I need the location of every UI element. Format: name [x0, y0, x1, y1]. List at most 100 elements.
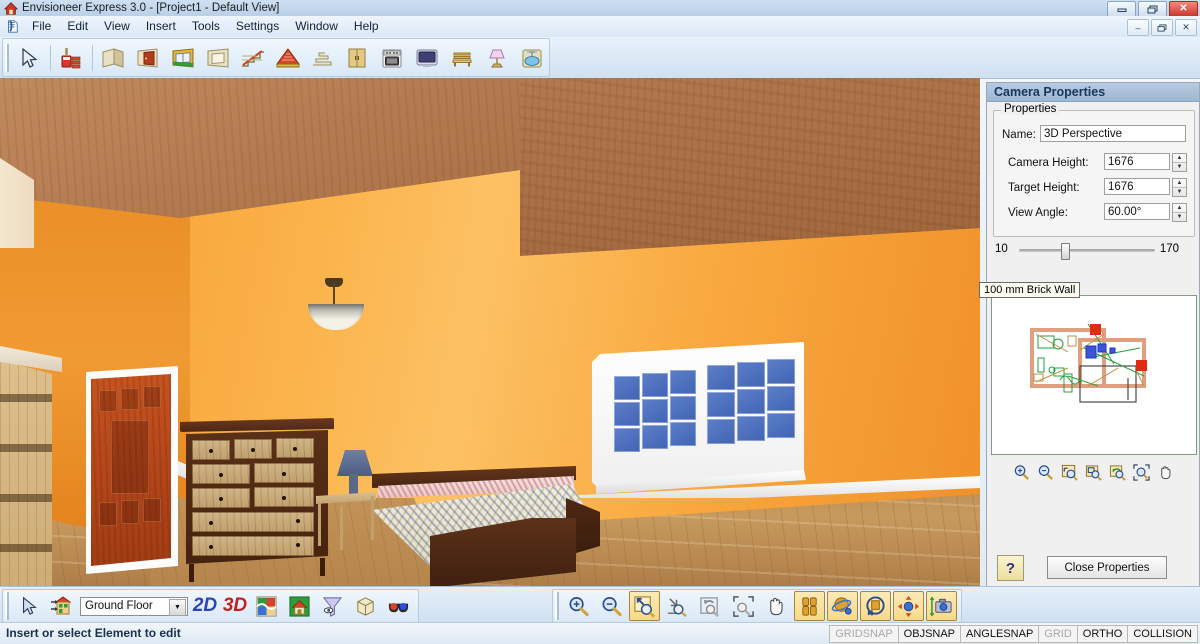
preview-zoom-previous-button[interactable] — [1106, 461, 1129, 483]
maximize-button[interactable] — [1138, 1, 1167, 17]
stereo-view-button[interactable] — [383, 591, 414, 621]
electronics-tool[interactable] — [411, 41, 444, 74]
zoom-extents-button[interactable] — [629, 591, 660, 621]
magnifier-minus-icon — [1038, 464, 1053, 480]
toolbar-grip[interactable] — [5, 43, 9, 72]
preview-pan-button[interactable] — [1154, 461, 1177, 483]
close-button[interactable]: ✕ — [1169, 1, 1198, 17]
hand-pan-icon — [770, 597, 783, 615]
material-paint-tool[interactable] — [55, 41, 88, 74]
zoom-window-icon — [1061, 464, 1078, 481]
building-levels-button[interactable] — [46, 591, 77, 621]
status-flag-ortho[interactable]: ORTHO — [1077, 625, 1129, 643]
camera-name-input[interactable] — [1040, 125, 1186, 142]
slider-thumb[interactable] — [1061, 243, 1070, 260]
zoom-out-button[interactable] — [596, 591, 627, 621]
menu-window[interactable]: Window — [287, 17, 346, 36]
camera-height-spinner[interactable]: ▲ ▼ — [1172, 153, 1187, 172]
appliance-tool[interactable] — [376, 41, 409, 74]
pan-button[interactable] — [761, 591, 792, 621]
floor-select[interactable]: Ground Floor ▼ — [80, 596, 188, 616]
turn-view-button[interactable] — [860, 591, 891, 621]
elevation-view-button[interactable] — [284, 591, 315, 621]
camera-height-input[interactable] — [1104, 153, 1170, 170]
cabinet-tool[interactable] — [341, 41, 374, 74]
camera-height-button[interactable] — [926, 591, 957, 621]
status-flag-anglesnap[interactable]: ANGLESNAP — [961, 625, 1040, 643]
menu-help[interactable]: Help — [346, 17, 387, 36]
deck-steps-icon — [313, 52, 332, 65]
mdi-close-button[interactable]: ✕ — [1175, 19, 1197, 36]
furniture-tool[interactable] — [445, 41, 478, 74]
camera-properties-panel: Camera Properties Properties Name: Camer… — [979, 82, 1200, 588]
target-height-spinner[interactable]: ▲ ▼ — [1172, 178, 1187, 197]
mdi-minimize-button[interactable]: – — [1127, 19, 1149, 36]
select-arrow-button[interactable] — [13, 591, 44, 621]
status-flag-objsnap[interactable]: OBJSNAP — [898, 625, 962, 643]
door-tool[interactable] — [132, 41, 165, 74]
menu-view[interactable]: View — [96, 17, 138, 36]
zoom-previous-button[interactable] — [695, 591, 726, 621]
close-properties-button[interactable]: Close Properties — [1047, 556, 1167, 579]
view-toolbar-grip[interactable] — [5, 592, 9, 620]
help-button[interactable]: ? — [997, 555, 1024, 581]
status-flag-grid[interactable]: GRID — [1039, 625, 1078, 643]
menu-settings[interactable]: Settings — [228, 17, 287, 36]
walk-through-button[interactable] — [794, 591, 825, 621]
roof-tool[interactable] — [271, 41, 304, 74]
floor-plan-preview[interactable]: 100 mm Brick Wall — [979, 282, 1197, 455]
preview-zoom-out-button[interactable] — [1034, 461, 1057, 483]
window-tool[interactable] — [166, 41, 199, 74]
wall-tool[interactable] — [97, 41, 130, 74]
preview-zoom-window-button[interactable] — [1058, 461, 1081, 483]
3d-render-viewport[interactable] — [0, 78, 980, 586]
zoom-fit-button[interactable] — [728, 591, 759, 621]
menu-insert[interactable]: Insert — [138, 17, 184, 36]
magnifier-plus-icon — [1014, 464, 1029, 480]
move-camera-button[interactable] — [893, 591, 924, 621]
preview-zoom-all-button[interactable] — [1130, 461, 1153, 483]
element-tooltip: 100 mm Brick Wall — [979, 282, 1081, 298]
navigation-toolbar-grip[interactable] — [555, 592, 559, 620]
zoom-corner-button[interactable] — [662, 591, 693, 621]
view-angle-slider[interactable]: 10 170 — [995, 240, 1179, 260]
title-bar: Envisioneer Express 3.0 - [Project1 - De… — [0, 0, 1200, 17]
menu-file[interactable]: File — [24, 17, 59, 36]
zoom-extents-icon — [634, 595, 655, 617]
minimize-button[interactable] — [1107, 1, 1136, 17]
opening-tool[interactable] — [201, 41, 234, 74]
mdi-restore-button[interactable] — [1151, 19, 1173, 36]
lighting-tool[interactable] — [480, 41, 513, 74]
orbit-button[interactable] — [827, 591, 858, 621]
panel-title: Camera Properties — [987, 83, 1199, 102]
preview-zoom-in-button[interactable] — [1010, 461, 1033, 483]
menu-tools[interactable]: Tools — [184, 17, 228, 36]
walk-legs-icon — [802, 596, 817, 616]
stair-tool[interactable] — [236, 41, 269, 74]
document-icon — [8, 20, 18, 33]
view-2d-button[interactable]: 2D — [191, 591, 219, 621]
status-flag-collision[interactable]: COLLISION — [1128, 625, 1198, 643]
dresser-top — [180, 418, 334, 432]
view-filter-button[interactable] — [317, 591, 348, 621]
move-arrows-icon — [897, 595, 920, 617]
deck-tool[interactable] — [306, 41, 339, 74]
plumbing-tool[interactable] — [515, 41, 548, 74]
box-view-button[interactable] — [350, 591, 381, 621]
preview-zoom-extents-button[interactable] — [1082, 461, 1105, 483]
target-height-input[interactable] — [1104, 178, 1170, 195]
status-flag-gridsnap[interactable]: GRIDSNAP — [829, 625, 899, 643]
view-3d-button[interactable]: 3D — [221, 591, 249, 621]
view-toolbar: Ground Floor ▼ 2D 3D — [2, 589, 419, 623]
menu-bar: File Edit View Insert Tools Settings Win… — [0, 16, 1200, 38]
menu-edit[interactable]: Edit — [59, 17, 96, 36]
chevron-down-icon[interactable]: ▼ — [169, 598, 186, 616]
view-angle-spinner[interactable]: ▲ ▼ — [1172, 203, 1187, 222]
select-arrow-tool[interactable] — [13, 41, 46, 74]
render-view-button[interactable] — [251, 591, 282, 621]
slider-track[interactable] — [1019, 249, 1155, 252]
zoom-in-button[interactable] — [563, 591, 594, 621]
view-angle-input[interactable] — [1104, 203, 1170, 220]
door-icon — [137, 47, 158, 68]
nightstand-leg — [318, 502, 321, 546]
